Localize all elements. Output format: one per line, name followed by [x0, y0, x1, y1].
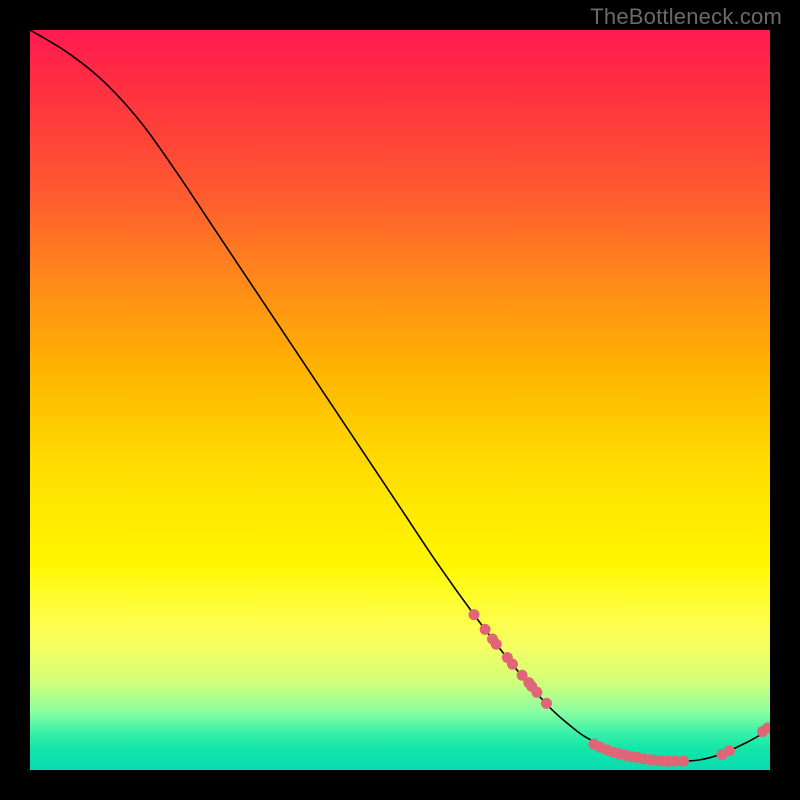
marker-dot: [491, 639, 502, 650]
marker-dot: [507, 659, 518, 670]
marker-dot: [480, 624, 491, 635]
bottleneck-curve: [30, 30, 770, 761]
marker-group: [469, 609, 771, 767]
marker-dot: [541, 698, 552, 709]
marker-dot: [724, 745, 735, 756]
plot-area: [30, 30, 770, 770]
marker-dot: [678, 756, 689, 767]
marker-dot: [531, 687, 542, 698]
chart-frame: TheBottleneck.com: [0, 0, 800, 800]
marker-dot: [469, 609, 480, 620]
watermark-text: TheBottleneck.com: [590, 4, 782, 30]
chart-svg: [30, 30, 770, 770]
